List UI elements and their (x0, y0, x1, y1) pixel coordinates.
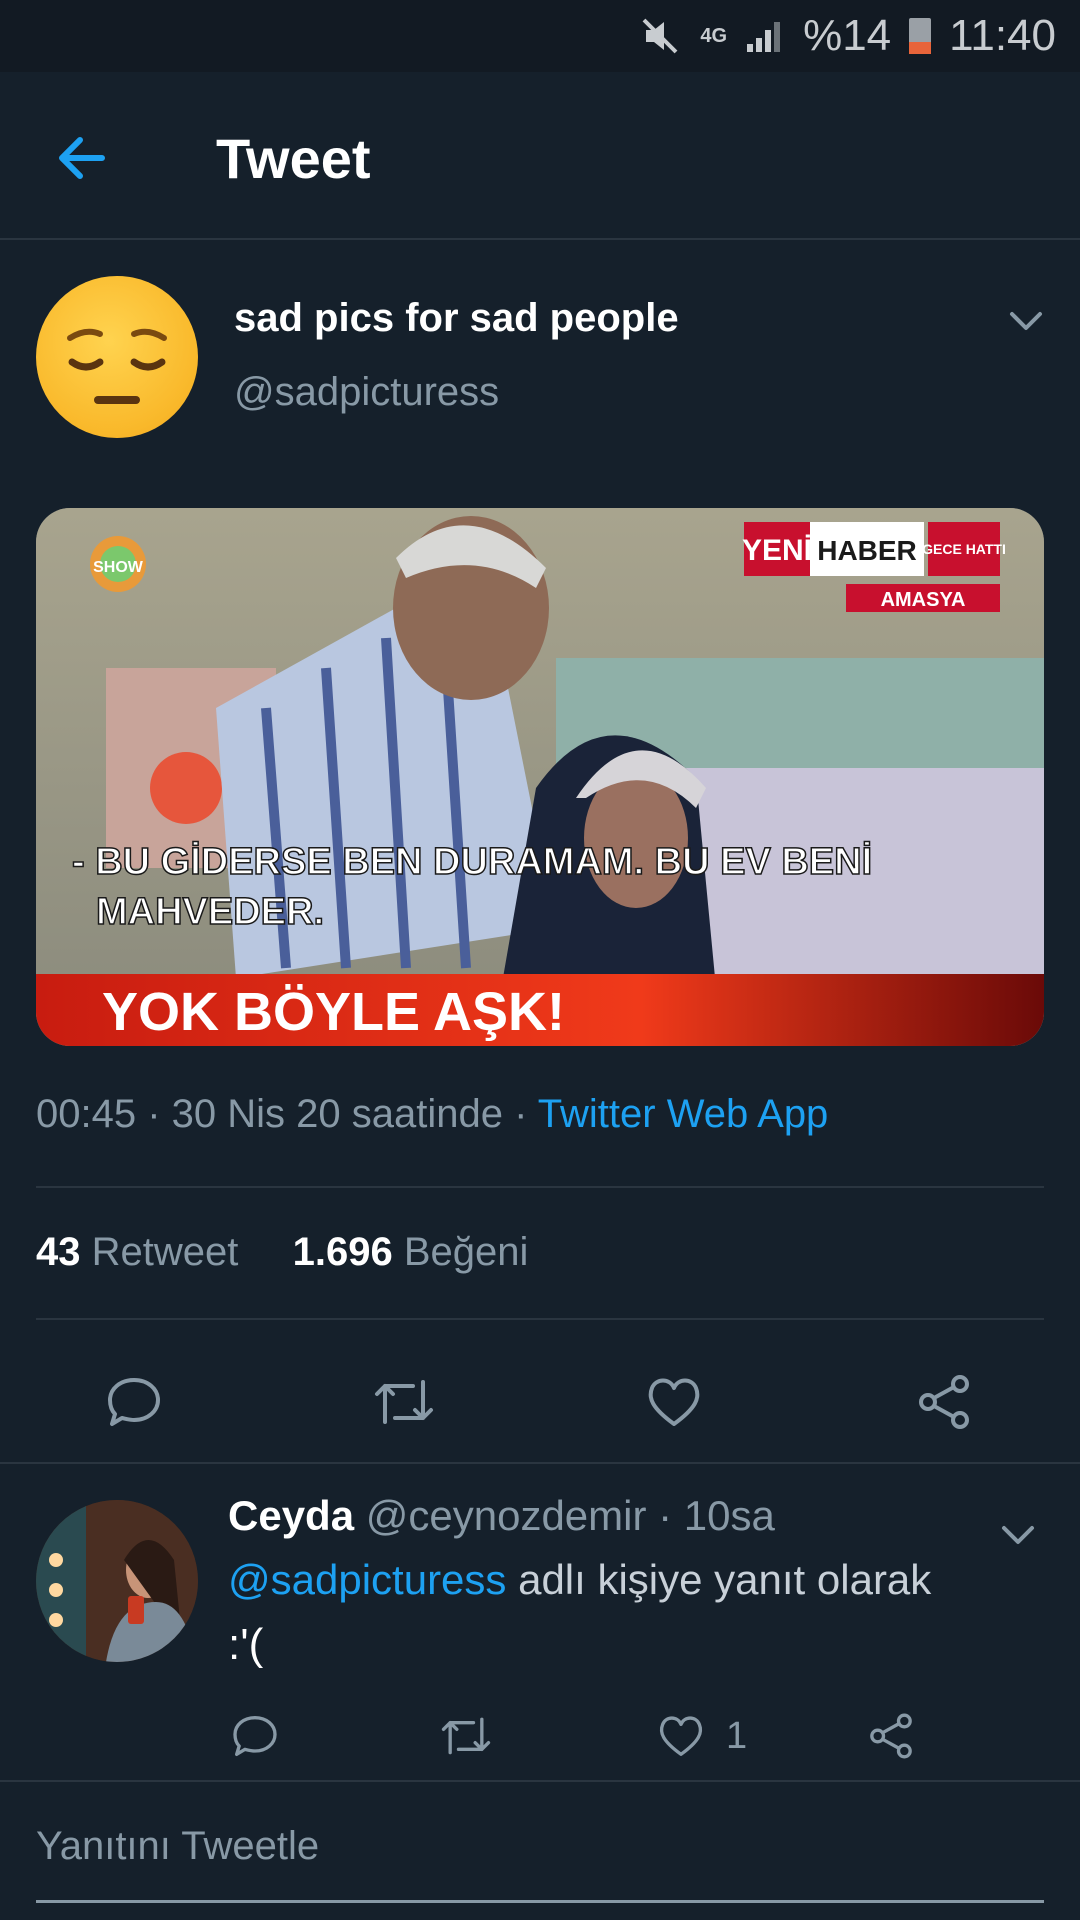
news-banner: YOK BÖYLE AŞK! (102, 982, 565, 1042)
divider (0, 1780, 1080, 1782)
battery-icon (909, 18, 932, 54)
reply-avatar[interactable] (36, 1500, 198, 1662)
reply-context: @sadpicturess adlı kişiye yanıt olarak (228, 1556, 931, 1604)
divider (36, 1318, 1044, 1320)
battery-percent: %14 (803, 11, 892, 60)
back-arrow-icon[interactable] (52, 128, 112, 188)
reply-like-count: 1 (726, 1714, 748, 1757)
retweet-count: 43 (36, 1230, 81, 1274)
reply-text: :'( (228, 1620, 264, 1669)
reply-handle-time: @ceynozdemir · 10sa (365, 1492, 775, 1539)
share-icon[interactable] (896, 1354, 992, 1450)
app-bar: Tweet (0, 72, 1080, 240)
retweet-label: Retweet (91, 1230, 239, 1274)
tweet-action-bar (0, 1354, 1080, 1450)
show-logo: SHOW (93, 559, 144, 576)
chevron-down-icon[interactable] (998, 1514, 1038, 1554)
reply-author-name[interactable]: Ceyda (228, 1492, 354, 1539)
reply-retweet-icon[interactable] (438, 1700, 494, 1772)
subtitle-line-2: MAHVEDER. (96, 891, 324, 933)
avatar[interactable] (36, 276, 198, 438)
composer-underline (36, 1900, 1044, 1903)
reply-reply-icon[interactable] (230, 1700, 280, 1772)
channel-logo-2: HABER (817, 535, 917, 566)
tweet-media-image[interactable]: SHOW YENİ HABER GECE HATTI AMASYA - BU G… (36, 508, 1044, 1046)
retweet-stat[interactable]: 43 Retweet (36, 1230, 238, 1274)
reply-composer-input[interactable]: Yanıtını Tweetle (36, 1824, 319, 1869)
clock: 11:40 (949, 11, 1056, 60)
retweet-icon[interactable] (356, 1354, 452, 1450)
like-count: 1.696 (292, 1230, 393, 1274)
author-handle[interactable]: @sadpicturess (234, 370, 499, 415)
signal-icon (745, 18, 785, 54)
reply-icon[interactable] (86, 1354, 182, 1450)
reply-mention[interactable]: @sadpicturess (228, 1556, 506, 1603)
reply-tweet[interactable]: Ceyda @ceynozdemir · 10sa @sadpicturess … (0, 1464, 1080, 1780)
like-label: Beğeni (403, 1230, 529, 1274)
subtitle-line-1: - BU GİDERSE BEN DURAMAM. BU EV BENİ (72, 841, 872, 883)
channel-logo-1: YENİ (742, 534, 812, 567)
source-link[interactable]: Twitter Web App (538, 1092, 829, 1136)
reply-context-text: adlı kişiye yanıt olarak (518, 1556, 932, 1603)
heart-icon (659, 1716, 703, 1756)
location-label: AMASYA (881, 589, 966, 611)
reply-author-line: Ceyda @ceynozdemir · 10sa (228, 1492, 775, 1540)
page-title: Tweet (216, 127, 371, 190)
reply-share-icon[interactable] (866, 1700, 916, 1772)
tweet-stats: 43 Retweet 1.696 Beğeni (36, 1230, 528, 1275)
status-bar: 4G %14 11:40 (0, 0, 1080, 72)
chevron-down-icon[interactable] (1006, 300, 1046, 340)
timestamp-text: 00:45 · 30 Nis 20 saatinde · (36, 1092, 538, 1136)
author-name[interactable]: sad pics for sad people (234, 296, 679, 341)
divider (36, 1186, 1044, 1188)
like-stat[interactable]: 1.696 Beğeni (293, 1230, 529, 1274)
tweet-header: sad pics for sad people @sadpicturess (0, 240, 1080, 470)
reply-like-button[interactable]: 1 (656, 1700, 747, 1772)
network-type: 4G (700, 25, 728, 47)
channel-logo-3: GECE HATTI (922, 541, 1006, 557)
like-icon[interactable] (626, 1354, 722, 1450)
reply-action-bar: 1 (0, 1700, 1080, 1772)
mute-icon (638, 14, 682, 58)
tweet-timestamp: 00:45 · 30 Nis 20 saatinde · Twitter Web… (36, 1092, 828, 1137)
